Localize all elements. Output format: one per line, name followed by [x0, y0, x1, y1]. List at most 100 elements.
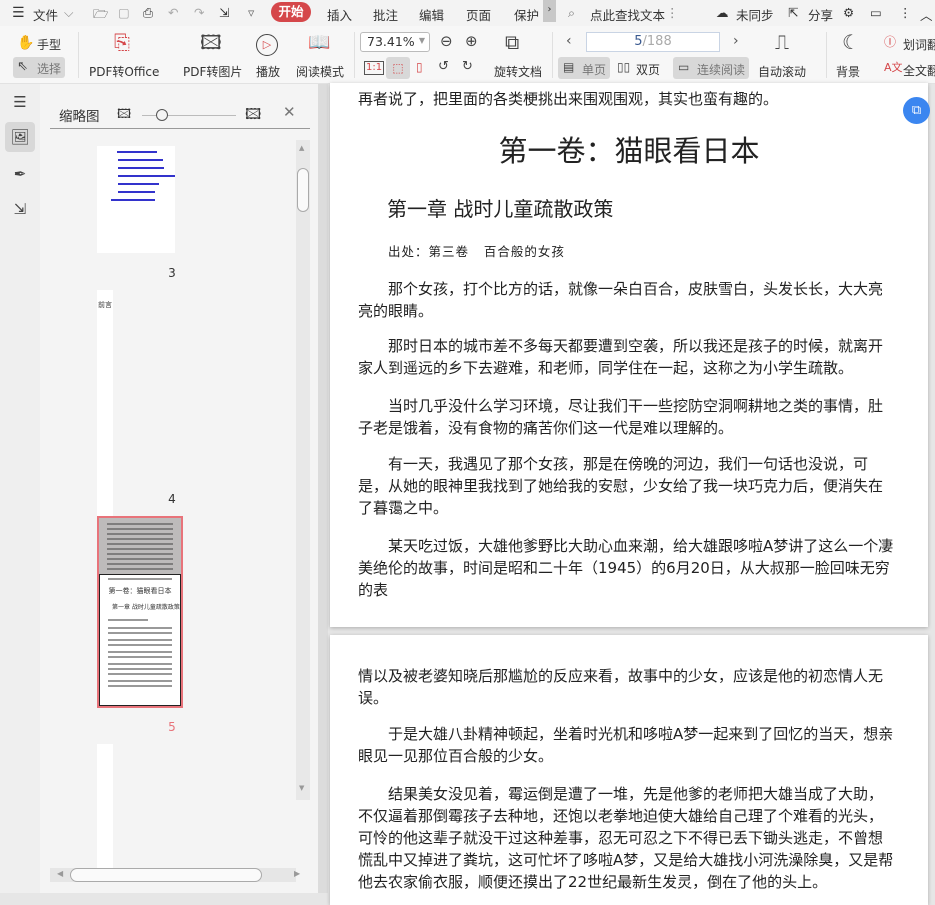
tab-edit[interactable]: 编辑: [419, 5, 444, 24]
redo-icon[interactable]: ↷: [194, 5, 204, 20]
more-dropdown-icon[interactable]: ▿: [248, 5, 254, 20]
thumbnail-panel: 缩略图 🖾 🖾 ✕ 3 前言 4 第一卷：猫眼看日本 第一章 战时儿童疏散政策 …: [40, 84, 318, 893]
scroll-down-icon[interactable]: ▼: [299, 784, 304, 792]
horizontal-scroll-thumb[interactable]: [70, 868, 262, 882]
sync-button[interactable]: 未同步: [736, 5, 774, 24]
continuous-read-button[interactable]: ▭ 连续阅读: [673, 57, 749, 79]
thumbnail-horizontal-scrollbar[interactable]: ◀ ▶: [50, 868, 300, 882]
search-input[interactable]: 点此查找文本: [590, 5, 665, 24]
scroll-right-icon[interactable]: ▶: [294, 869, 300, 878]
pdf-to-image-button[interactable]: PDF转图片: [183, 63, 242, 80]
more-options-icon[interactable]: ⋮: [666, 5, 679, 20]
play-icon: ▷: [256, 34, 278, 56]
word-translate-button[interactable]: 划词翻: [903, 36, 935, 53]
tab-page[interactable]: 页面: [466, 5, 491, 24]
paragraph: 结果美女没见着，霉运倒是遭了一堆，先是他爹的老师把大雄当成了大助，不仅逼着那倒霉…: [358, 785, 894, 891]
thumbnail-icon[interactable]: 🖼: [5, 122, 35, 152]
background-button[interactable]: 背景: [836, 63, 860, 80]
vertical-scroll-thumb[interactable]: [297, 168, 309, 212]
read-mode-button[interactable]: 阅读模式: [296, 63, 344, 80]
tab-comment[interactable]: 批注: [373, 5, 398, 24]
select-tool[interactable]: ⇖ 选择: [13, 57, 65, 78]
floating-tool-button[interactable]: ⧉: [903, 97, 930, 124]
select-label: 选择: [37, 62, 62, 76]
word-translate-icon: Ⓘ: [884, 35, 897, 49]
zoom-out-icon[interactable]: ⊖: [440, 34, 453, 49]
tab-start[interactable]: 开始: [271, 2, 311, 22]
read-mode-icon: 📖: [308, 32, 331, 53]
page-number-input[interactable]: 5/188: [586, 32, 720, 52]
ribbon-toolbar: ✋ 手型 ⇖ 选择 ⎘ PDF转Office 🖾 PDF转图片 ▷ 播放 📖 阅…: [0, 26, 935, 84]
share-button[interactable]: 分享: [808, 5, 833, 24]
open-icon[interactable]: 🗁: [93, 5, 109, 26]
settings-icon[interactable]: ⚙: [843, 5, 854, 20]
fit-width-icon[interactable]: ▯: [416, 61, 423, 73]
feedback-icon[interactable]: ▭: [870, 5, 882, 20]
tab-protect[interactable]: 保护: [514, 5, 539, 24]
moon-icon: ☾: [842, 30, 860, 54]
large-thumb-icon[interactable]: 🖾: [245, 104, 261, 129]
chevron-down-icon[interactable]: ⌵: [64, 5, 73, 21]
paragraph: 那时日本的城市差不多每天都要遭到空袭，所以我还是孩子的时候，就离开家人到遥远的乡…: [358, 337, 884, 377]
full-translate-button[interactable]: 全文翻: [903, 62, 935, 79]
hand-tool[interactable]: 手型: [37, 36, 61, 53]
thumbnail-label-3: 3: [168, 266, 176, 280]
thumbnail-page-6[interactable]: [97, 744, 113, 868]
thumbnail-label-5: 5: [168, 720, 176, 734]
save-icon[interactable]: ▢: [118, 5, 130, 20]
slider-handle[interactable]: [156, 109, 168, 121]
next-page-icon[interactable]: ›: [733, 34, 739, 48]
lead-paragraph: 再者说了，把里面的各类梗挑出来围观围观，其实也蛮有趣的。: [358, 90, 779, 108]
tab-insert[interactable]: 插入: [327, 5, 352, 24]
rotate-right-icon[interactable]: ↻: [462, 60, 473, 73]
tabs-scroll-right[interactable]: ›: [543, 0, 556, 22]
auto-scroll-icon: ⎍: [775, 30, 789, 54]
volume-title: 第一卷：猫眼看日本: [498, 134, 760, 168]
scroll-up-icon[interactable]: ▲: [299, 144, 304, 152]
single-page-button[interactable]: ▤ 单页: [558, 57, 610, 79]
rotate-document-icon: ⧉: [505, 30, 520, 54]
thumbnail-page-5-selected[interactable]: 第一卷：猫眼看日本 第一章 战时儿童疏散政策: [97, 516, 183, 708]
panel-title: 缩略图: [59, 109, 100, 125]
rotate-document-button[interactable]: 旋转文档: [494, 63, 542, 80]
thumb-volume-title: 第一卷：猫眼看日本: [108, 587, 172, 595]
outline-icon[interactable]: ☰: [5, 87, 35, 117]
source-line: 出处：第三卷 百合般的女孩: [388, 244, 565, 259]
rotate-left-icon[interactable]: ↺: [438, 60, 449, 73]
play-button[interactable]: 播放: [256, 63, 280, 80]
undo-icon[interactable]: ↶: [168, 5, 178, 20]
zoom-in-icon[interactable]: ⊕: [465, 34, 478, 49]
thumbnail-page-3[interactable]: [97, 146, 175, 253]
pdf-to-office-button[interactable]: PDF转Office: [89, 63, 159, 80]
actual-size-icon[interactable]: 1:1: [364, 61, 385, 75]
share-icon: ⇱: [788, 5, 799, 20]
convert-icon: ⧉: [911, 103, 922, 118]
auto-scroll-button[interactable]: 自动滚动: [758, 63, 806, 80]
fit-page-icon[interactable]: ⬚: [386, 57, 410, 79]
scroll-left-icon[interactable]: ◀: [57, 869, 63, 878]
double-page-button[interactable]: 双页: [636, 61, 660, 78]
zoom-level-select[interactable]: 73.41% ▼: [360, 32, 430, 52]
export-icon[interactable]: ⇲: [219, 5, 229, 20]
print-icon[interactable]: ⎙: [143, 5, 153, 21]
more-icon[interactable]: ⋮: [899, 5, 912, 20]
thumbnail-vertical-scrollbar[interactable]: ▲ ▼: [296, 140, 310, 800]
export-word-icon[interactable]: ⇲: [5, 194, 35, 224]
paragraph: 当时几乎没什么学习环境，尽让我们干一些挖防空洞啊耕地之类的事情，肚子老是饿着，没…: [358, 397, 884, 437]
side-rail: ☰ 🖼 ✒ ⇲: [0, 84, 40, 893]
menu-icon[interactable]: ☰: [12, 5, 25, 21]
current-page: 5: [634, 34, 643, 49]
close-icon[interactable]: ✕: [283, 103, 296, 121]
full-translate-icon: A文: [884, 61, 903, 74]
pdf-to-office-icon: ⎘: [114, 30, 130, 54]
paragraph: 情以及被老婆知晓后那尴尬的反应来看，故事中的少女，应该是他的初恋情人无误。: [358, 667, 884, 707]
collapse-ribbon-icon[interactable]: ︿: [920, 5, 933, 24]
title-bar: ☰ 文件 ⌵ 🗁 ▢ ⎙ ↶ ↷ ⇲ ▿ 开始 插入 批注 编辑 页面 保护 ›…: [0, 0, 935, 26]
hand-icon: ✋: [17, 35, 35, 51]
chapter-title: 第一章 战时儿童疏散政策: [387, 197, 614, 221]
search-icon: ⌕: [568, 5, 576, 20]
annotation-pen-icon[interactable]: ✒: [5, 159, 35, 189]
file-menu[interactable]: 文件: [33, 5, 58, 24]
small-thumb-icon[interactable]: 🖾: [117, 105, 131, 127]
prev-page-icon[interactable]: ‹: [566, 34, 572, 48]
